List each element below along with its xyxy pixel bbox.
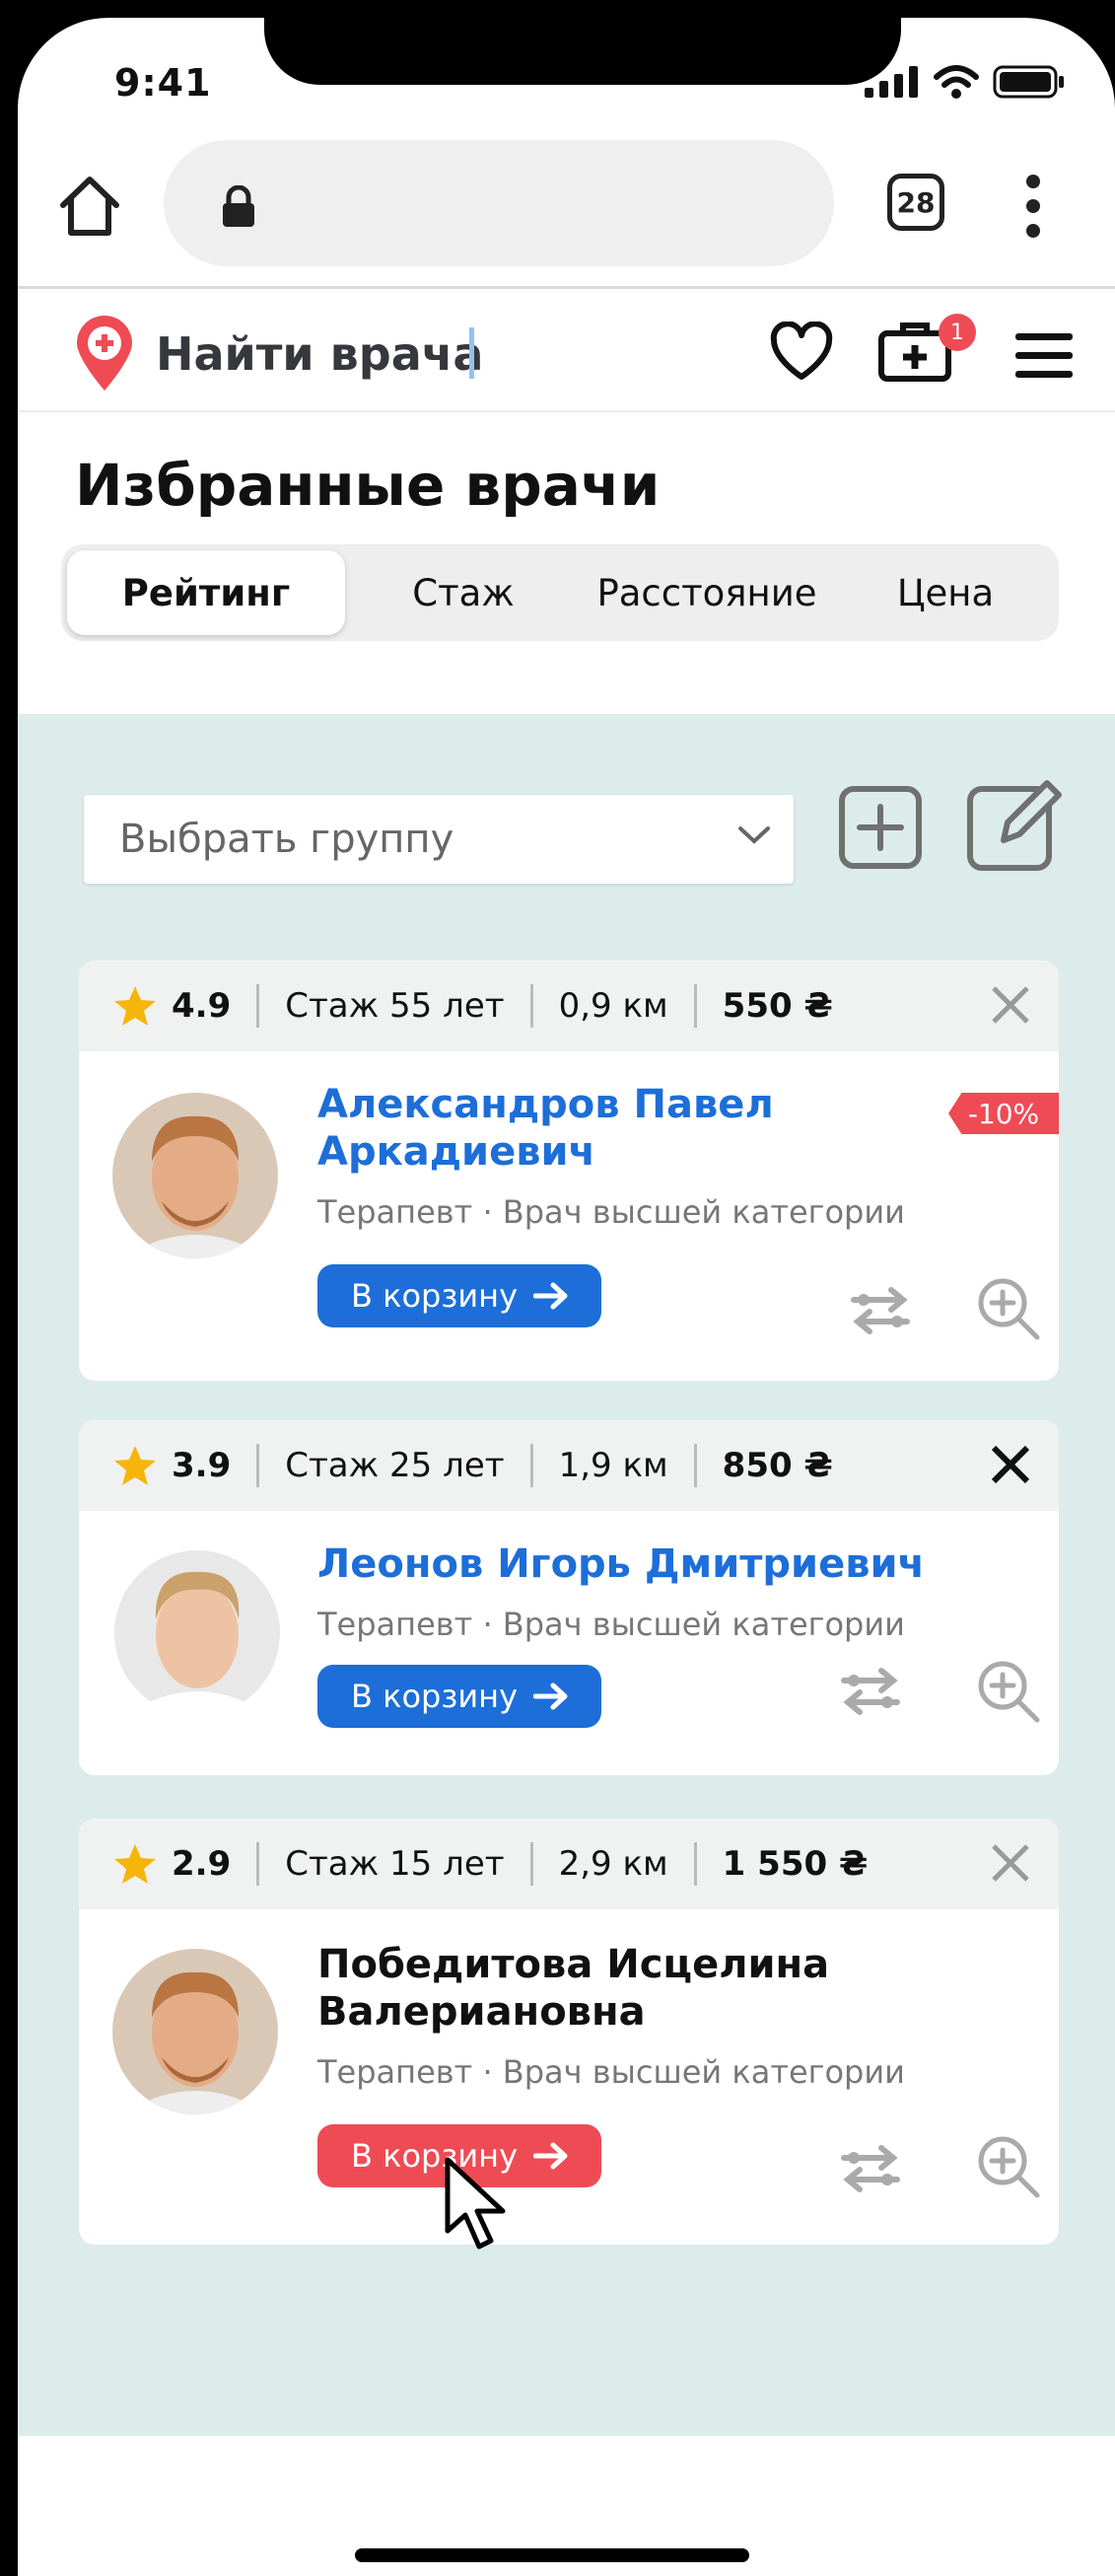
doctor-avatar[interactable] <box>112 1949 278 2114</box>
add-to-cart-label: В корзину <box>351 1678 519 1715</box>
doctor-name-line1[interactable]: Леонов Игорь Дмитриевич <box>317 1540 925 1588</box>
notch <box>264 18 901 85</box>
experience-text: Стаж 55 лет <box>285 986 505 1026</box>
site-header: Найти врача 1 <box>18 290 1115 412</box>
tab-price[interactable]: Цена <box>862 550 1029 635</box>
signal-icon <box>865 66 918 98</box>
zoom-in-icon[interactable] <box>976 1276 1041 1341</box>
edit-group-icon[interactable] <box>966 775 1063 872</box>
doctor-name-line2[interactable]: Аркадиевич <box>317 1128 774 1176</box>
zoom-in-icon[interactable] <box>976 1659 1041 1724</box>
favorites-heart-icon[interactable] <box>769 322 834 383</box>
price-text: 550 ₴ <box>722 986 833 1026</box>
experience-text: Стаж 25 лет <box>285 1446 505 1485</box>
doctor-specialty: Терапевт · Врач высшей категории <box>317 2053 905 2091</box>
group-select-value: Выбрать группу <box>119 817 454 862</box>
chevron-down-icon <box>738 826 770 844</box>
zoom-in-icon[interactable] <box>976 2134 1041 2199</box>
card-stats-row: 3.9 Стаж 25 лет 1,9 км 850 ₴ <box>79 1420 1059 1511</box>
doctor-card: 2.9 Стаж 15 лет 2,9 км 1 550 ₴ Победитов… <box>79 1819 1059 2245</box>
card-stats-row: 2.9 Стаж 15 лет 2,9 км 1 550 ₴ <box>79 1819 1059 1909</box>
tab-rating[interactable]: Рейтинг <box>67 550 345 635</box>
doctor-card: 4.9 Стаж 55 лет 0,9 км 550 ₴ Александров… <box>79 961 1059 1381</box>
doctor-name[interactable]: Победитова Исцелина Валериановна <box>317 1941 829 2036</box>
price-text: 850 ₴ <box>722 1446 833 1485</box>
add-to-cart-button[interactable]: В корзину <box>317 1665 601 1728</box>
cart-count-badge: 1 <box>939 314 976 351</box>
arrow-right-icon <box>533 1682 568 1710</box>
remove-close-icon[interactable] <box>988 982 1033 1028</box>
mouse-pointer-icon <box>445 2157 506 2250</box>
lock-icon <box>223 185 254 227</box>
tabs-count-button[interactable]: 28 <box>887 174 944 231</box>
doctor-name-line1[interactable]: Победитова Исцелина <box>317 1941 829 1988</box>
home-indicator <box>355 2548 749 2562</box>
doctor-specialty: Терапевт · Врач высшей категории <box>317 1193 905 1231</box>
star-icon <box>114 1844 156 1884</box>
tab-experience[interactable]: Стаж <box>375 550 552 635</box>
price-text: 1 550 ₴ <box>722 1844 869 1884</box>
home-icon[interactable] <box>55 172 124 241</box>
star-icon <box>114 1446 156 1485</box>
compare-icon[interactable] <box>850 1286 911 1335</box>
phone-screen: 9:41 28 Найти врача 1 Избранные врачи Ре… <box>18 18 1115 2576</box>
arrow-right-icon <box>533 1282 568 1310</box>
arrow-right-icon <box>533 2142 568 2170</box>
battery-icon <box>993 65 1064 99</box>
doctor-specialty: Терапевт · Врач высшей категории <box>317 1606 905 1643</box>
wifi-icon <box>934 65 979 99</box>
rating-value: 4.9 <box>172 986 232 1026</box>
distance-text: 0,9 км <box>558 986 668 1026</box>
compare-icon[interactable] <box>840 2144 901 2193</box>
doctor-card: 3.9 Стаж 25 лет 1,9 км 850 ₴ Леонов Игор… <box>79 1420 1059 1775</box>
address-bar[interactable] <box>164 140 834 266</box>
favorites-list-area: Выбрать группу 4.9 Стаж 55 лет 0,9 км 55… <box>18 714 1115 2436</box>
add-group-icon[interactable] <box>838 785 923 870</box>
group-select[interactable]: Выбрать группу <box>84 795 794 884</box>
sort-tabs: Рейтинг Стаж Расстояние Цена <box>61 544 1059 641</box>
add-to-cart-label: В корзину <box>351 1277 519 1315</box>
experience-text: Стаж 15 лет <box>285 1844 505 1884</box>
doctor-avatar[interactable] <box>112 1093 278 1258</box>
status-icons <box>865 65 1066 99</box>
star-icon <box>114 986 156 1026</box>
add-to-cart-button[interactable]: В корзину <box>317 1264 601 1327</box>
tab-distance[interactable]: Расстояние <box>574 550 840 635</box>
browser-toolbar: 28 <box>18 120 1115 289</box>
remove-close-icon[interactable] <box>988 1840 1033 1886</box>
doctor-name-line2[interactable]: Валериановна <box>317 1988 829 2036</box>
doctor-avatar[interactable] <box>114 1550 280 1716</box>
distance-text: 1,9 км <box>558 1446 668 1485</box>
doctor-name[interactable]: Александров Павел Аркадиевич <box>317 1081 774 1176</box>
compare-icon[interactable] <box>840 1667 901 1716</box>
remove-close-icon[interactable] <box>988 1442 1033 1487</box>
distance-text: 2,9 км <box>558 1844 668 1884</box>
rating-value: 3.9 <box>172 1446 232 1485</box>
hamburger-menu-icon[interactable] <box>1015 333 1073 390</box>
page-title: Избранные врачи <box>75 452 661 519</box>
rating-value: 2.9 <box>172 1844 232 1884</box>
doctor-name[interactable]: Леонов Игорь Дмитриевич <box>317 1540 925 1588</box>
more-menu-icon[interactable] <box>1025 172 1041 241</box>
site-title[interactable]: Найти врача <box>156 327 483 381</box>
discount-badge: -10% <box>948 1093 1059 1134</box>
text-caret <box>469 327 474 379</box>
card-stats-row: 4.9 Стаж 55 лет 0,9 км 550 ₴ <box>79 961 1059 1051</box>
status-time: 9:41 <box>114 61 212 105</box>
doctor-name-line1[interactable]: Александров Павел <box>317 1081 774 1128</box>
logo-pin-icon[interactable] <box>73 314 136 393</box>
